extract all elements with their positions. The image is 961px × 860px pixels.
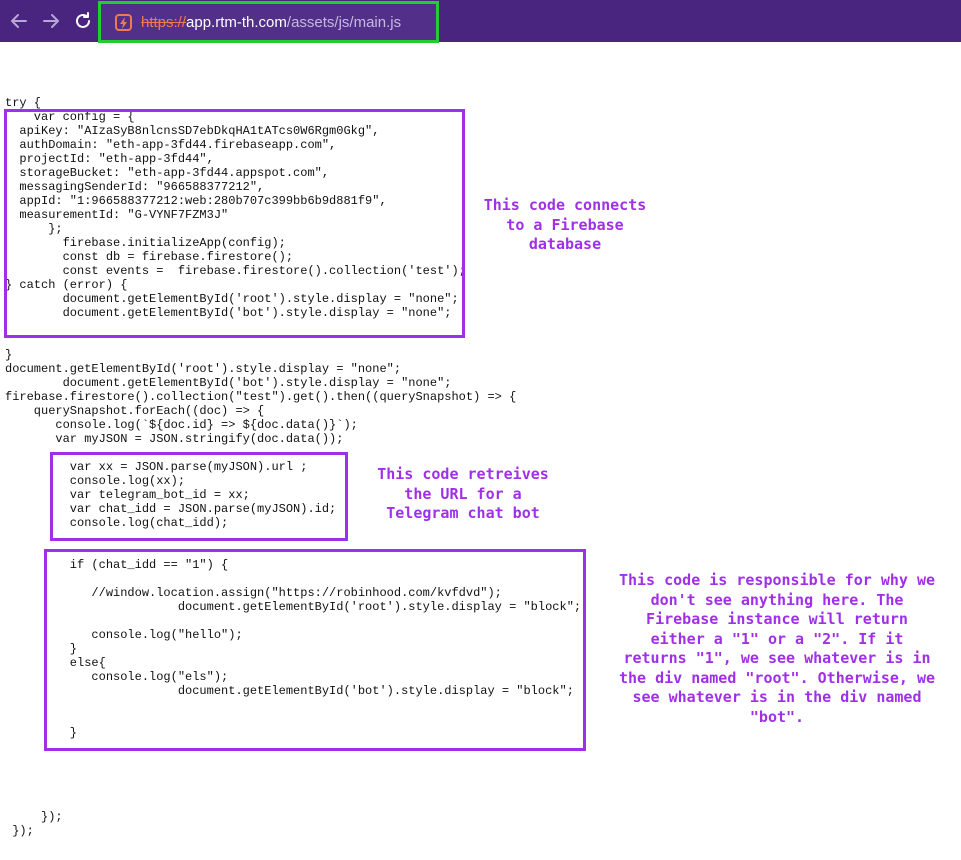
code-line: console.log(`${doc.id} => ${doc.data()}`… — [5, 418, 358, 432]
annotation-line: "bot". — [749, 707, 805, 726]
annotation-line: to a Firebase — [506, 215, 624, 234]
back-arrow-icon[interactable] — [8, 10, 30, 32]
logic-annotation: This code is responsible for why we don'… — [598, 571, 956, 727]
firebase-annotation: This code connects to a Firebase databas… — [470, 196, 660, 255]
annotation-line: returns "1", we see whatever is in — [623, 649, 931, 667]
not-secure-icon[interactable] — [115, 14, 132, 31]
reload-icon[interactable] — [72, 10, 94, 32]
code-line: firebase.firestore().collection("test").… — [5, 390, 517, 404]
url-scheme: https:// — [141, 14, 187, 31]
code-line: querySnapshot.forEach((doc) => { — [5, 404, 265, 418]
annotation-line: This code connects — [483, 196, 647, 214]
annotation-line: Firebase instance will return — [646, 610, 908, 628]
annotation-line: This code is responsible for why we — [618, 571, 936, 589]
url-host: app.rtm-th.com — [186, 14, 287, 31]
code-line: } — [5, 348, 13, 362]
address-bar[interactable]: https://app.rtm-th.com/assets/js/main.js — [98, 1, 439, 43]
annotation-line: the URL for a — [404, 484, 522, 503]
logic-highlight-box — [44, 549, 586, 751]
url-path: /assets/js/main.js — [286, 14, 402, 31]
annotation-line: Telegram chat bot — [386, 504, 540, 522]
code-line: document.getElementById('root').style.di… — [5, 362, 402, 376]
url-text[interactable]: https://app.rtm-th.com/assets/js/main.js — [141, 14, 401, 31]
browser-toolbar: https://app.rtm-th.com/assets/js/main.js — [0, 0, 961, 43]
code-line: }); — [5, 824, 34, 838]
forward-arrow-icon[interactable] — [40, 10, 62, 32]
telegram-highlight-box — [50, 452, 348, 541]
annotation-line: don't see anything here. The — [650, 590, 904, 609]
code-line: try { — [5, 96, 42, 110]
annotation-line: either a "1" or a "2". If it — [650, 629, 904, 648]
code-line: }); — [5, 810, 63, 824]
code-line: document.getElementById('bot').style.dis… — [5, 376, 452, 390]
annotation-line: see whatever is in the div named — [632, 688, 922, 706]
firebase-highlight-box — [4, 109, 465, 338]
annotation-line: This code retreives — [377, 465, 549, 483]
telegram-annotation: This code retreives the URL for a Telegr… — [360, 465, 566, 524]
annotation-line: database — [528, 235, 602, 253]
annotation-line: the div named "root". Otherwise, we — [618, 668, 936, 687]
code-line: var myJSON = JSON.stringify(doc.data()); — [5, 432, 344, 446]
